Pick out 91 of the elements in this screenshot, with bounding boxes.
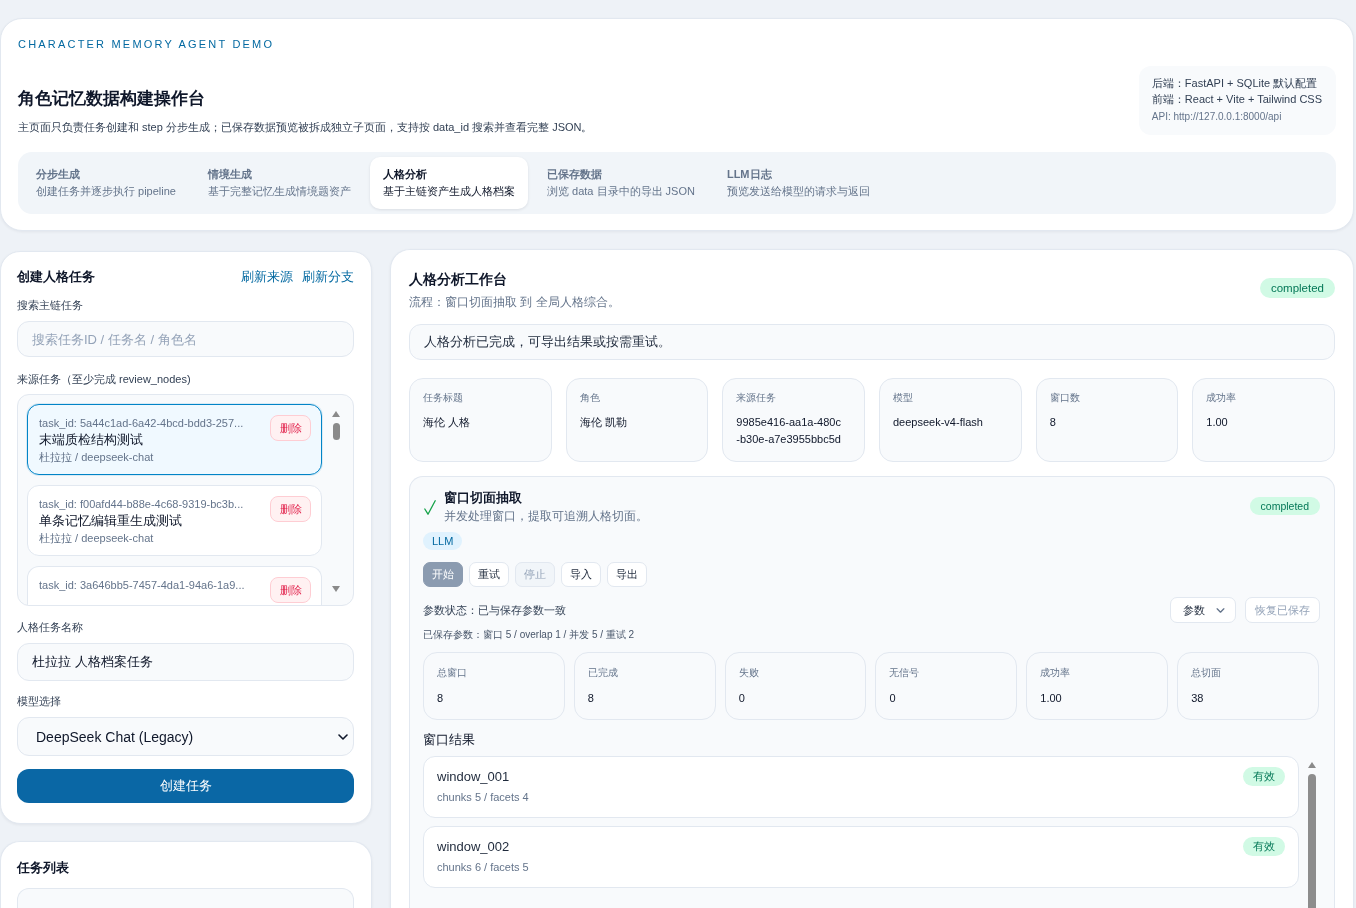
stat-label: 失败 — [738, 666, 760, 680]
info-value: 海伦 人格 — [423, 415, 472, 430]
stage-title: 窗口切面抽取 — [444, 489, 523, 507]
stat-value: 8 — [437, 691, 445, 706]
stat-label: 已完成 — [587, 666, 619, 680]
source-task-card[interactable]: task_id: f00afd44-b88e-4c68-9319-bc3b... 单条记忆编辑重生成测试 杜拉拉 / deepseek-chat 删除 — [27, 485, 323, 556]
stat-label: 总切面 — [1191, 666, 1223, 680]
nav-tab[interactable]: LLM日志 预览发送给模型的请求与返回 — [713, 157, 883, 209]
info-label: 角色 — [579, 391, 601, 405]
window-detail: chunks 5 / facets 4 — [437, 790, 529, 805]
saved-params-text: 已保存参数：窗口 5 / overlap 1 / 并发 5 / 重试 2 — [423, 628, 636, 642]
page-title: 角色记忆数据构建操作台 — [18, 88, 206, 110]
status-badge: completed — [1249, 497, 1320, 515]
model-select[interactable]: DeepSeek Chat (Legacy) — [17, 717, 354, 756]
validity-badge: 有效 — [1243, 767, 1285, 786]
info-label: 来源任务 — [736, 391, 778, 405]
refresh-link[interactable]: 刷新分支 — [302, 268, 354, 286]
task-meta: 杜拉拉 / deepseek-chat — [39, 531, 155, 546]
info-value: 9985e416-aa1a-480c-b30e-a7e3955bbc5d — [736, 415, 842, 447]
workbench-title: 人格分析工作台 — [409, 270, 508, 289]
info-label: 窗口数 — [1049, 391, 1081, 405]
stat-value: 0 — [889, 691, 897, 706]
field-label: 搜索主链任务 — [17, 298, 84, 313]
refresh-link[interactable]: 刷新来源 — [241, 268, 293, 286]
task-id-text: task_id: f00afd44-b88e-4c68-9319-bc3b... — [39, 497, 244, 512]
stat-label: 无信号 — [889, 666, 921, 680]
stage-description: 并发处理窗口，提取可追溯人格切面。 — [444, 508, 649, 525]
stat-value: 1.00 — [1040, 691, 1063, 706]
panel-title: 创建人格任务 — [17, 268, 95, 286]
nav-tab[interactable]: 分步生成 创建任务并逐步执行 pipeline — [23, 157, 189, 209]
section-heading: 窗口结果 — [423, 731, 476, 749]
window-result-card[interactable]: window_001 chunks 5 / facets 4 有效 — [423, 756, 1299, 818]
info-value: 8 — [1049, 415, 1057, 430]
field-label: 来源任务（至少完成 review_nodes) — [17, 372, 192, 387]
info-label: 模型 — [893, 391, 914, 405]
task-title: 单条记忆编辑重生成测试 — [39, 512, 183, 530]
status-notice: 人格分析已完成，可导出结果或按需重试。 — [409, 324, 1335, 360]
search-field[interactable]: 搜索任务ID / 任务名 / 角色名 — [17, 321, 354, 357]
llm-tag: LLM — [423, 532, 463, 550]
task-title: 末端质检结构测试 — [39, 431, 144, 449]
source-task-card[interactable]: task_id: 5a44c1ad-6a42-4bcd-bdd3-257... 末端质检结构测试 杜拉拉 / deepseek-chat 删除 — [27, 404, 323, 475]
stat-label: 总窗口 — [437, 666, 468, 680]
delete-button[interactable]: 删除 — [270, 577, 312, 603]
scroll-up-icon[interactable] — [332, 411, 340, 417]
window-name: window_002 — [437, 838, 511, 856]
task-id-text: task_id: 3a646bb5-7457-4da1-94a6-1a9... — [39, 578, 245, 593]
info-value: deepseek-v4-flash — [893, 415, 984, 430]
action-button[interactable]: 重试 — [469, 562, 509, 587]
eyebrow-text: CHARACTER MEMORY AGENT DEMO — [18, 37, 276, 52]
scrollbar-thumb[interactable] — [1308, 774, 1316, 908]
api-address: API: http://127.0.0.1:8000/api — [1151, 110, 1283, 124]
scroll-up-icon[interactable] — [1308, 762, 1316, 768]
task-name-field[interactable]: 杜拉拉 人格档案任务 — [17, 643, 354, 681]
delete-button[interactable]: 删除 — [270, 496, 312, 522]
stat-value: 8 — [587, 691, 595, 706]
chevron-down-icon — [1216, 607, 1225, 613]
action-button[interactable]: 导出 — [607, 562, 647, 587]
window-result-card[interactable]: window_002 chunks 6 / facets 5 有效 — [423, 826, 1299, 888]
stat-value: 38 — [1191, 691, 1205, 706]
status-badge: completed — [1259, 278, 1335, 298]
field-label: 人格任务名称 — [17, 620, 84, 635]
stack-line: 后端：FastAPI + SQLite 默认配置 — [1151, 76, 1319, 91]
param-status-text: 参数状态：已与保存参数一致 — [423, 602, 566, 618]
nav-tab[interactable]: 情境生成 基于完整记忆生成情境题资产 — [195, 157, 364, 209]
info-label: 成功率 — [1206, 391, 1238, 405]
params-dropdown[interactable]: 参数 — [1170, 597, 1236, 623]
scroll-down-icon[interactable] — [332, 586, 340, 592]
source-task-card[interactable]: task_id: 3a646bb5-7457-4da1-94a6-1a9... 删除 — [27, 566, 323, 605]
info-value: 海伦 凯勒 — [579, 415, 628, 430]
delete-button[interactable]: 删除 — [270, 415, 312, 441]
scrollbar-thumb[interactable] — [332, 423, 340, 440]
panel-title: 任务列表 — [17, 859, 70, 877]
window-detail: chunks 6 / facets 5 — [437, 860, 529, 875]
nav-tab[interactable]: 已保存数据 浏览 data 目录中的导出 JSON — [534, 157, 708, 209]
create-task-button[interactable]: 创建任务 — [17, 769, 354, 803]
validity-badge: 有效 — [1243, 837, 1285, 856]
workbench-subtitle: 流程：窗口切面抽取 到 全局人格综合。 — [409, 294, 620, 311]
task-id-text: task_id: 5a44c1ad-6a42-4bcd-bdd3-257... — [39, 416, 244, 431]
task-meta: 杜拉拉 / deepseek-chat — [39, 450, 155, 465]
field-label: 模型选择 — [17, 694, 62, 709]
stat-label: 成功率 — [1040, 666, 1072, 680]
chevron-down-icon — [338, 733, 348, 740]
nav-tab[interactable]: 人格分析 基于主链资产生成人格档案 — [370, 157, 528, 209]
stat-value: 0 — [738, 691, 746, 706]
info-label: 任务标题 — [423, 391, 464, 405]
window-name: window_001 — [437, 768, 511, 786]
info-value: 1.00 — [1206, 415, 1229, 430]
page-subtitle: 主页面只负责任务创建和 step 分步生成；已保存数据预览被拆成独立子页面，支持按 data_id 搜索并查看完整 JSON。 — [18, 120, 593, 135]
stack-line: 前端：React + Vite + Tailwind CSS — [1151, 92, 1322, 107]
search-field[interactable] — [17, 888, 354, 908]
action-button[interactable]: 导入 — [561, 562, 601, 587]
